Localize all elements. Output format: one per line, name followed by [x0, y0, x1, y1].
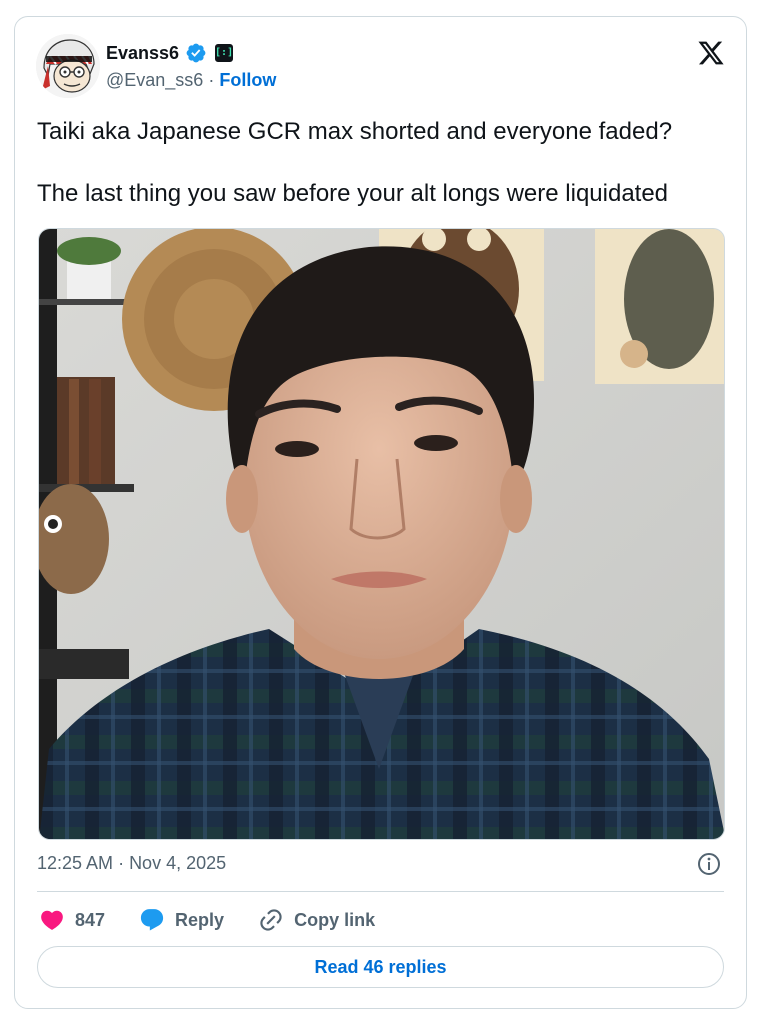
tweet-actions: 847 Reply Copy link: [39, 905, 409, 935]
tweet-timestamp[interactable]: 12:25 AM · Nov 4, 2025: [37, 853, 226, 874]
tweet-card: Evanss6 [:] @Evan_ss6 · Follow Taiki aka…: [14, 16, 747, 1009]
tweet-text-line: Taiki aka Japanese GCR max shorted and e…: [37, 118, 673, 145]
copy-link-label: Copy link: [294, 909, 376, 930]
like-button[interactable]: 847: [39, 907, 105, 933]
link-icon: [260, 909, 282, 931]
author-handle-row: @Evan_ss6 · Follow: [106, 70, 276, 91]
handle-separator: ·: [208, 70, 215, 90]
follow-button[interactable]: Follow: [219, 70, 276, 91]
avatar[interactable]: [36, 34, 100, 98]
copy-link-button[interactable]: Copy link: [258, 907, 375, 933]
photo-of-man-in-plaid-shirt: [39, 229, 724, 839]
verified-badge-icon: [185, 42, 207, 64]
tweet-media-photo[interactable]: [38, 228, 725, 840]
tweet-text: Taiki aka Japanese GCR max shorted and e…: [37, 117, 737, 209]
affiliate-badge-icon[interactable]: [:]: [215, 44, 233, 62]
author-name-row: Evanss6 [:]: [106, 41, 233, 65]
x-logo-icon[interactable]: [696, 39, 726, 67]
tweet-date: Nov 4, 2025: [129, 853, 227, 873]
like-count: 847: [75, 909, 106, 930]
reply-bubble-icon: [140, 909, 164, 931]
avatar-illustration: [36, 34, 100, 98]
info-icon[interactable]: [697, 852, 721, 876]
divider: [37, 891, 724, 892]
author-handle[interactable]: @Evan_ss6: [106, 70, 203, 91]
reply-button[interactable]: Reply: [139, 907, 224, 933]
heart-icon: [41, 910, 63, 930]
timestamp-separator: ·: [118, 853, 125, 873]
tweet-text-line: The last thing you saw before your alt l…: [37, 180, 669, 207]
read-replies-button[interactable]: Read 46 replies: [37, 946, 724, 988]
tweet-time: 12:25 AM: [37, 853, 114, 873]
author-display-name[interactable]: Evanss6: [106, 43, 179, 64]
reply-label: Reply: [175, 909, 225, 930]
